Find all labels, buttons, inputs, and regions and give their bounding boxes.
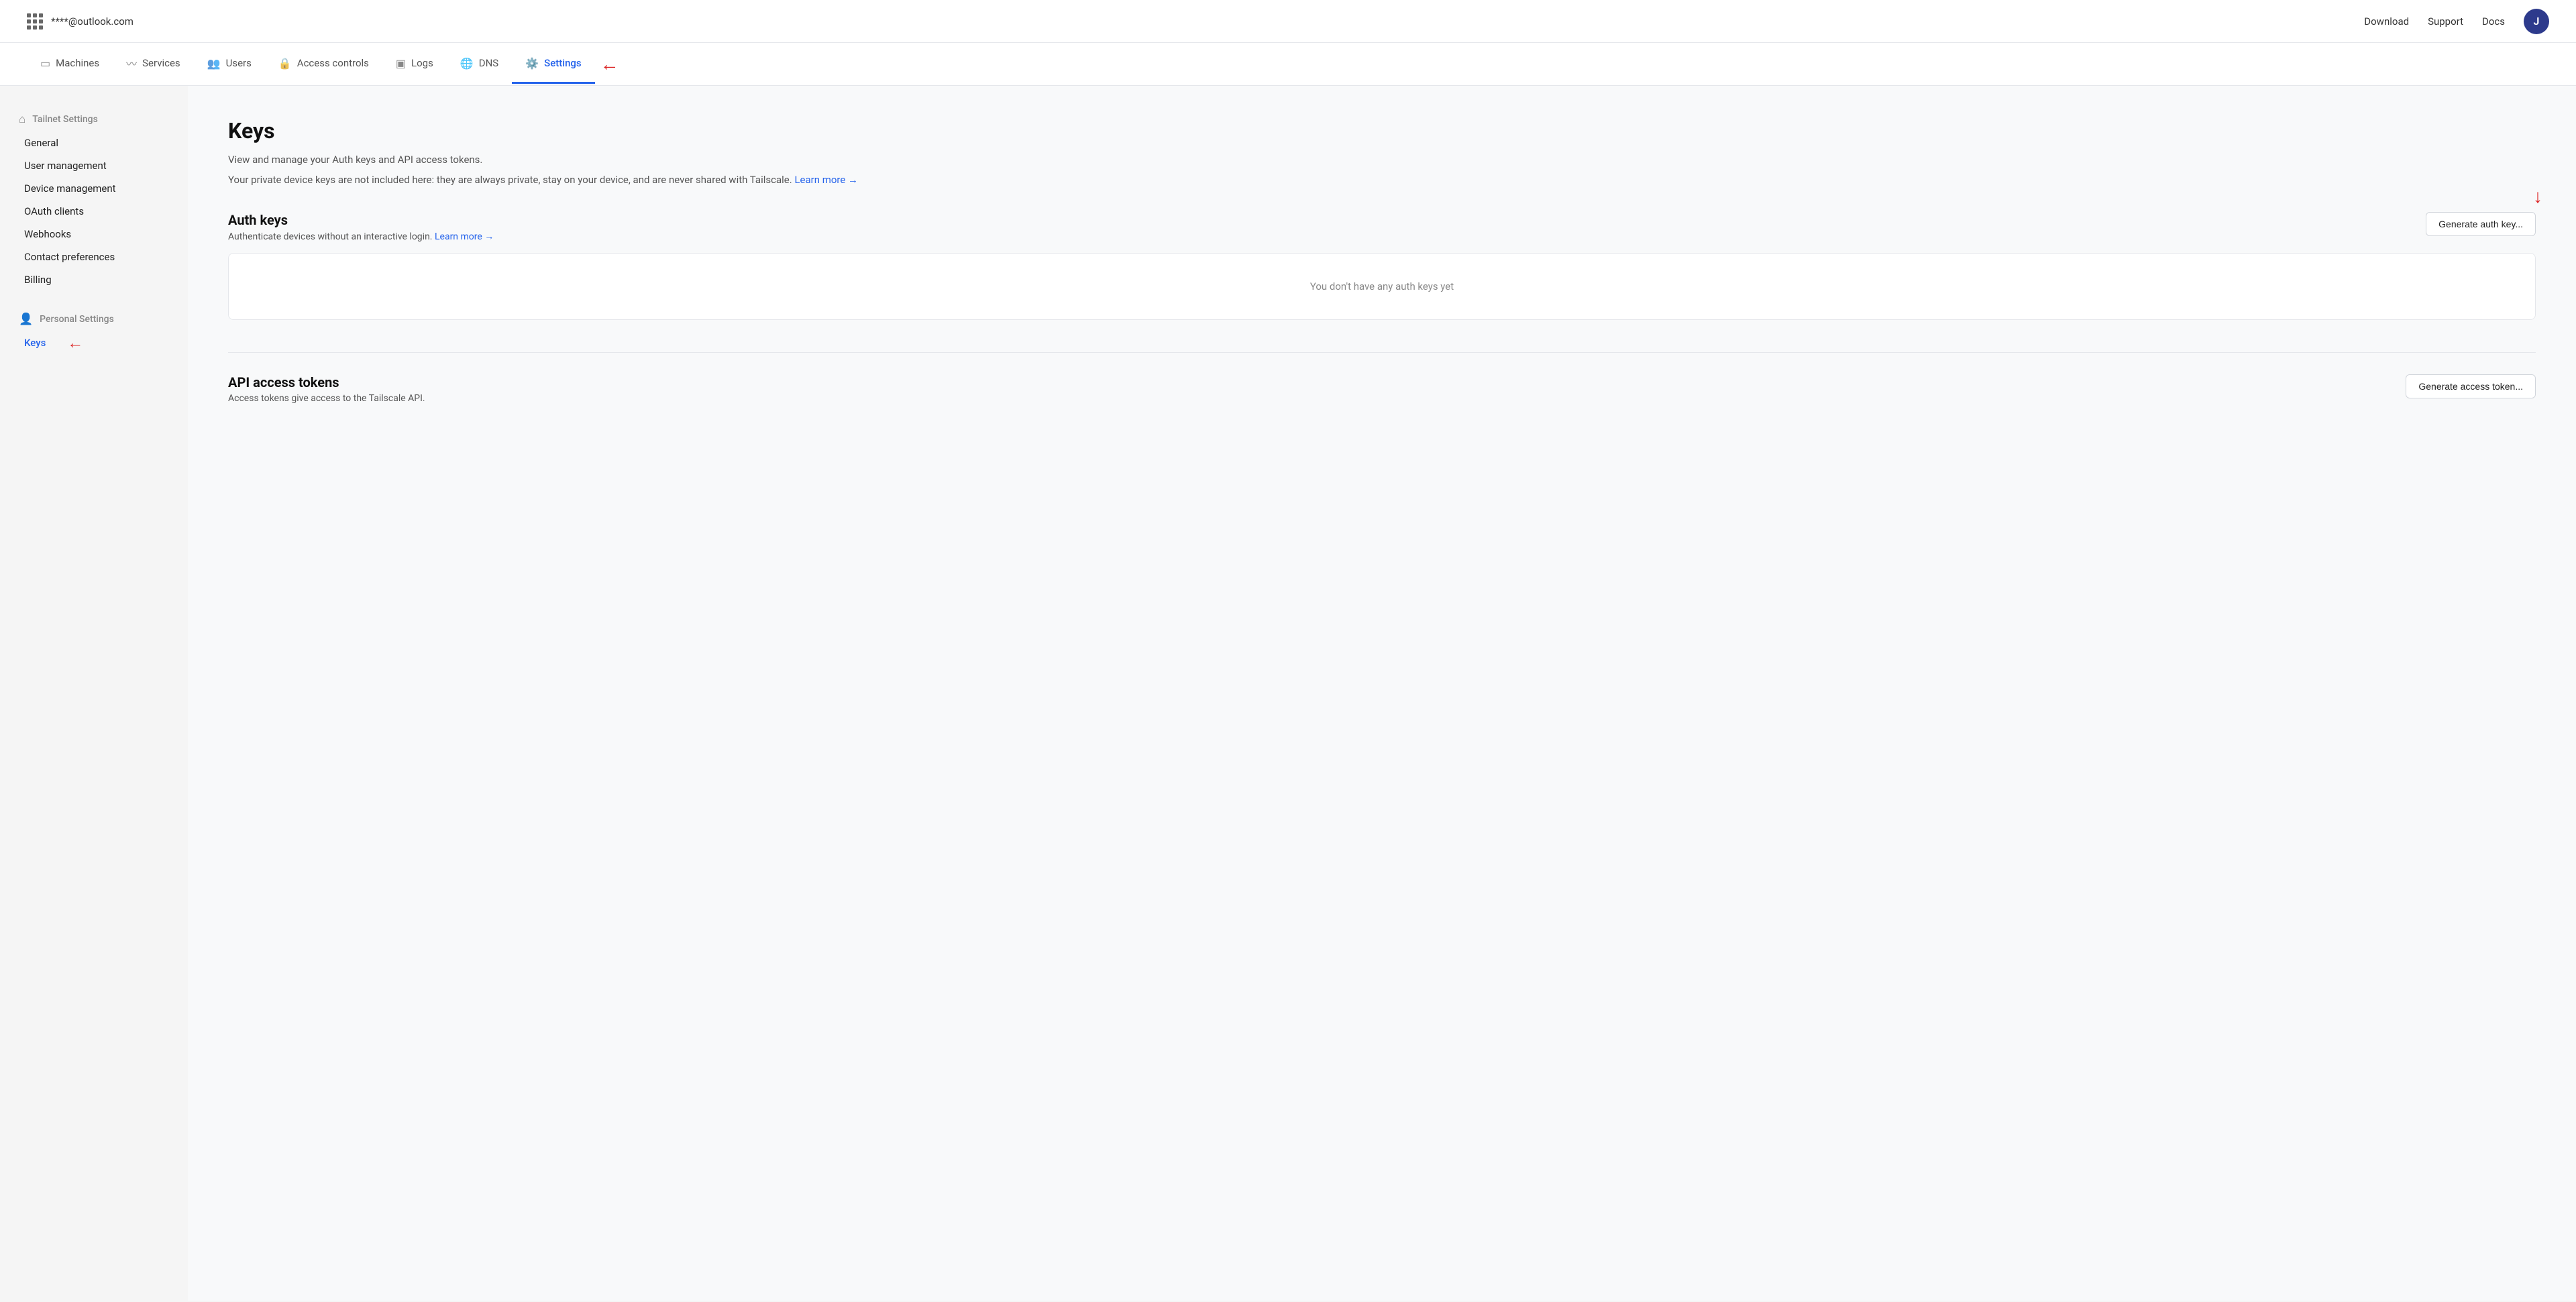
api-tokens-header: API access tokens Access tokens give acc… [228,374,2536,404]
nav-label-services: Services [142,57,180,69]
nav-label-machines: Machines [56,57,99,69]
home-icon: ⌂ [19,113,25,126]
dns-icon: 🌐 [460,57,474,70]
auth-keys-title-area: Auth keys Authenticate devices without a… [228,212,494,242]
page-title: Keys [228,118,2536,144]
settings-icon: ⚙️ [525,57,539,70]
learn-more-keys-link[interactable]: Learn more → [794,174,858,186]
main-content: Keys View and manage your Auth keys and … [188,86,2576,1301]
layout: ⌂ Tailnet Settings General User manageme… [0,86,2576,1301]
nav-item-dns[interactable]: 🌐 DNS [447,45,512,84]
auth-keys-empty-state: You don't have any auth keys yet [228,253,2536,320]
topbar-right: Download Support Docs J [2364,9,2549,34]
api-tokens-section: API access tokens Access tokens give acc… [228,374,2536,404]
sidebar-item-general[interactable]: General [16,131,172,154]
sidebar-item-user-management[interactable]: User management [16,154,172,177]
generate-access-token-button[interactable]: Generate access token... [2406,374,2536,398]
users-icon: 👥 [207,57,221,70]
auth-key-button-arrow: ↓ [2533,185,2542,207]
page-description-2: Your private device keys are not include… [228,172,2536,188]
nav-item-logs[interactable]: ▣ Logs [382,45,447,84]
page-description-1: View and manage your Auth keys and API a… [228,152,2536,168]
nav-item-services[interactable]: 〰 Services [113,43,194,85]
keys-arrow-indicator: ← [67,333,83,353]
services-icon: 〰 [126,55,137,71]
sidebar-item-keys[interactable]: Keys [16,331,54,354]
nav-item-users[interactable]: 👥 Users [194,45,265,84]
nav-item-access-controls[interactable]: 🔒 Access controls [265,45,382,84]
auth-keys-description: Authenticate devices without an interact… [228,231,494,242]
api-tokens-title: API access tokens [228,374,425,390]
tailnet-section-label: Tailnet Settings [32,114,98,125]
section-divider [228,352,2536,353]
sidebar-item-webhooks[interactable]: Webhooks [16,223,172,246]
nav-item-settings[interactable]: ⚙️ Settings [512,45,594,84]
tailnet-section-header: ⌂ Tailnet Settings [16,113,172,126]
settings-arrow-indicator: ← [600,55,619,74]
sidebar-item-oauth-clients[interactable]: OAuth clients [16,200,172,223]
navbar: ▭ Machines 〰 Services 👥 Users 🔒 Access c… [0,43,2576,86]
auth-keys-title: Auth keys [228,212,494,228]
support-link[interactable]: Support [2428,15,2463,28]
person-icon: 👤 [19,313,33,326]
sidebar: ⌂ Tailnet Settings General User manageme… [0,86,188,1301]
auth-keys-section: Auth keys Authenticate devices without a… [228,212,2536,320]
generate-auth-key-wrapper: ↓ Generate auth key... [2426,212,2536,236]
personal-section-header: 👤 Personal Settings [16,313,172,326]
nav-label-logs: Logs [411,57,433,69]
user-email: ****@outlook.com [51,15,133,28]
topbar: ****@outlook.com Download Support Docs J [0,0,2576,43]
sidebar-item-device-management[interactable]: Device management [16,177,172,200]
avatar[interactable]: J [2524,9,2549,34]
topbar-left: ****@outlook.com [27,13,133,30]
sidebar-item-billing[interactable]: Billing [16,268,172,291]
docs-link[interactable]: Docs [2482,15,2505,28]
nav-label-dns: DNS [479,57,498,69]
nav-label-settings: Settings [544,57,582,69]
tailnet-settings-section: ⌂ Tailnet Settings General User manageme… [16,113,172,291]
machines-icon: ▭ [40,57,50,70]
download-link[interactable]: Download [2364,15,2409,28]
auth-keys-learn-more-link[interactable]: Learn more → [435,231,494,242]
access-controls-icon: 🔒 [278,57,292,70]
sidebar-item-contact-preferences[interactable]: Contact preferences [16,246,172,268]
api-tokens-title-area: API access tokens Access tokens give acc… [228,374,425,404]
nav-label-users: Users [226,57,252,69]
logs-icon: ▣ [396,57,406,70]
personal-section-label: Personal Settings [40,314,114,325]
personal-settings-section: 👤 Personal Settings Keys ← [16,313,172,354]
auth-keys-header: Auth keys Authenticate devices without a… [228,212,2536,242]
nav-item-machines[interactable]: ▭ Machines [27,45,113,84]
generate-auth-key-button[interactable]: Generate auth key... [2426,212,2536,236]
nav-label-access-controls: Access controls [297,57,369,69]
api-tokens-description: Access tokens give access to the Tailsca… [228,393,425,404]
grid-menu-icon[interactable] [27,13,43,30]
